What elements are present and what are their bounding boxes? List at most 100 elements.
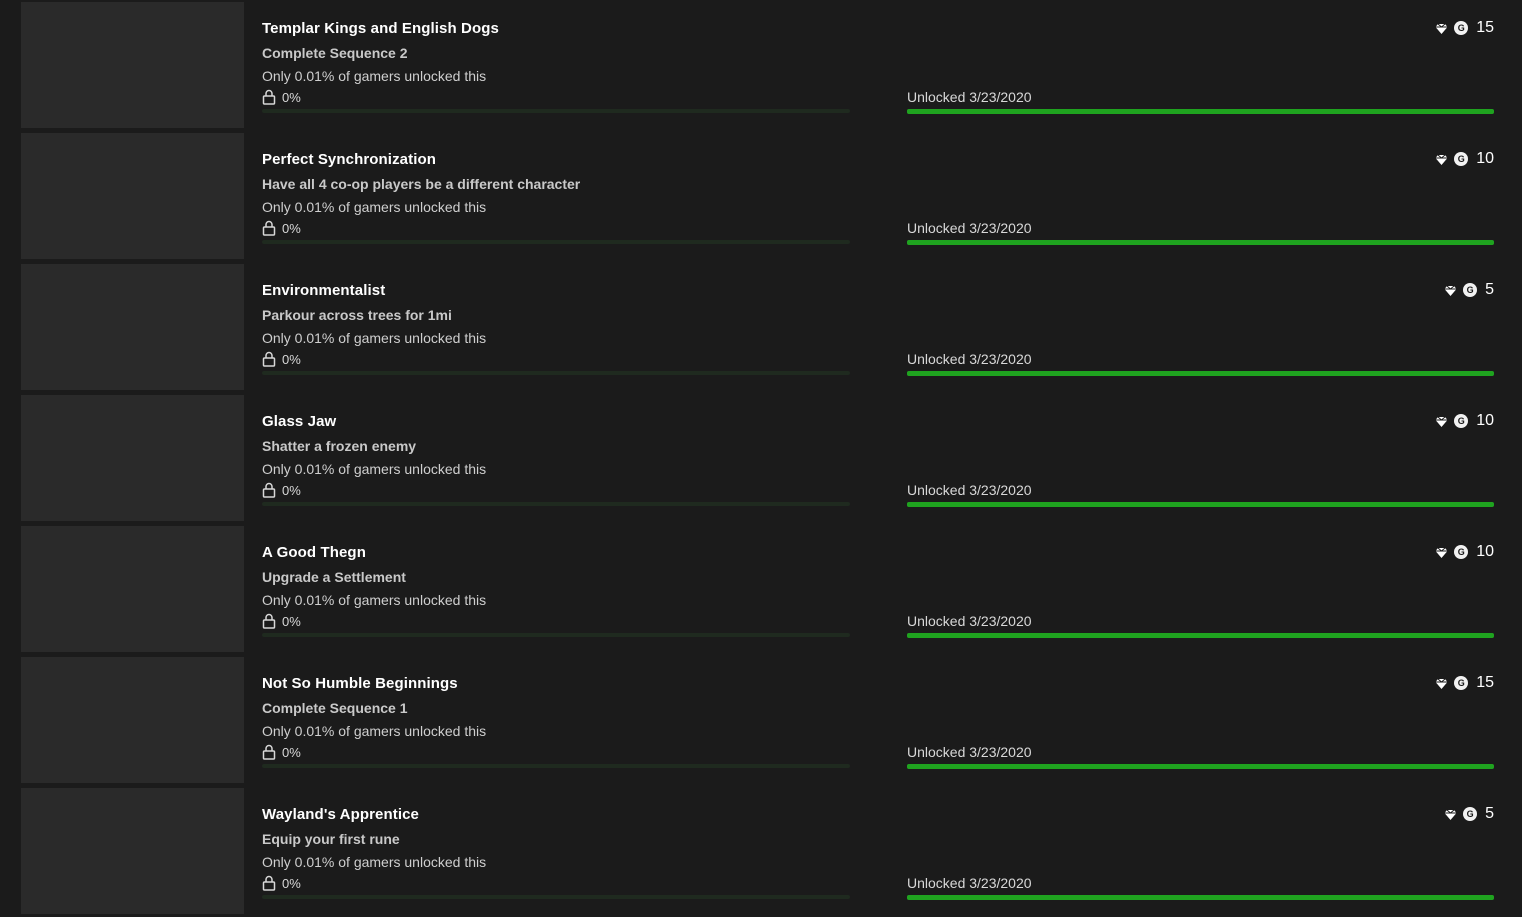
unlock-progress-bar bbox=[907, 895, 1494, 900]
achievement-row[interactable]: A Good Thegn Upgrade a Settlement Only 0… bbox=[0, 524, 1522, 655]
achievement-row[interactable]: Templar Kings and English Dogs Complete … bbox=[0, 0, 1522, 131]
lock-icon bbox=[262, 482, 276, 498]
unlock-progress-bar bbox=[907, 502, 1494, 507]
gamerscore-icon: G bbox=[1463, 283, 1478, 297]
unlock-progress-bar bbox=[907, 371, 1494, 376]
gem-icon bbox=[1444, 808, 1457, 820]
achievement-row[interactable]: Perfect Synchronization Have all 4 co-op… bbox=[0, 131, 1522, 262]
unlock-progress-fill bbox=[907, 764, 1494, 769]
achievement-title: A Good Thegn bbox=[262, 544, 366, 561]
achievement-title: Wayland's Apprentice bbox=[262, 806, 419, 823]
gamerscore-reward: G 15 bbox=[1435, 19, 1494, 37]
lock-progress: 0% bbox=[262, 481, 301, 499]
unlock-progress-bar bbox=[907, 109, 1494, 114]
gem-icon bbox=[1444, 284, 1457, 296]
unlock-progress-fill bbox=[907, 502, 1494, 507]
unlock-date: Unlocked 3/23/2020 bbox=[907, 875, 1032, 891]
gamerscore-value: 15 bbox=[1476, 19, 1494, 36]
achievement-description: Complete Sequence 2 bbox=[262, 45, 408, 61]
unlock-progress-bar bbox=[907, 764, 1494, 769]
achievement-title: Glass Jaw bbox=[262, 413, 337, 430]
achievement-thumbnail bbox=[21, 2, 244, 128]
unlock-progress-fill bbox=[907, 240, 1494, 245]
achievement-rarity: Only 0.01% of gamers unlocked this bbox=[262, 592, 487, 608]
progress-track bbox=[262, 240, 850, 244]
achievement-description: Complete Sequence 1 bbox=[262, 700, 408, 716]
unlock-progress-bar bbox=[907, 633, 1494, 638]
achievement-thumbnail bbox=[21, 657, 244, 783]
achievement-description: Shatter a frozen enemy bbox=[262, 438, 417, 454]
progress-track bbox=[262, 895, 850, 899]
progress-percent: 0% bbox=[282, 482, 301, 498]
achievement-list: Templar Kings and English Dogs Complete … bbox=[0, 0, 1522, 914]
progress-track bbox=[262, 502, 850, 506]
gamerscore-value: 10 bbox=[1476, 412, 1494, 429]
progress-percent: 0% bbox=[282, 89, 301, 105]
gem-icon bbox=[1435, 415, 1448, 427]
lock-progress: 0% bbox=[262, 874, 301, 892]
lock-progress: 0% bbox=[262, 88, 301, 106]
achievement-row[interactable]: Wayland's Apprentice Equip your first ru… bbox=[0, 786, 1522, 917]
lock-progress: 0% bbox=[262, 219, 301, 237]
gamerscore-value: 10 bbox=[1476, 150, 1494, 167]
achievement-title: Templar Kings and English Dogs bbox=[262, 20, 499, 37]
progress-track bbox=[262, 371, 850, 375]
unlock-progress-fill bbox=[907, 371, 1494, 376]
achievement-title: Environmentalist bbox=[262, 282, 386, 299]
achievement-rarity: Only 0.01% of gamers unlocked this bbox=[262, 68, 487, 84]
gamerscore-reward: G 10 bbox=[1435, 412, 1494, 430]
achievement-description: Parkour across trees for 1mi bbox=[262, 307, 452, 323]
achievement-row[interactable]: Not So Humble Beginnings Complete Sequen… bbox=[0, 655, 1522, 786]
gem-icon bbox=[1435, 677, 1448, 689]
lock-icon bbox=[262, 351, 276, 367]
unlock-date: Unlocked 3/23/2020 bbox=[907, 351, 1032, 367]
gamerscore-reward: G 5 bbox=[1444, 281, 1494, 299]
gamerscore-value: 15 bbox=[1476, 674, 1494, 691]
unlock-progress-bar bbox=[907, 240, 1494, 245]
achievement-description: Have all 4 co-op players be a different … bbox=[262, 176, 581, 192]
gamerscore-reward: G 10 bbox=[1435, 150, 1494, 168]
gamerscore-icon: G bbox=[1454, 21, 1469, 35]
unlock-date: Unlocked 3/23/2020 bbox=[907, 613, 1032, 629]
gamerscore-value: 5 bbox=[1485, 805, 1494, 822]
lock-progress: 0% bbox=[262, 743, 301, 761]
gamerscore-icon: G bbox=[1454, 414, 1469, 428]
gamerscore-reward: G 10 bbox=[1435, 543, 1494, 561]
unlock-date: Unlocked 3/23/2020 bbox=[907, 220, 1032, 236]
achievement-rarity: Only 0.01% of gamers unlocked this bbox=[262, 854, 487, 870]
unlock-date: Unlocked 3/23/2020 bbox=[907, 482, 1032, 498]
lock-icon bbox=[262, 744, 276, 760]
gem-icon bbox=[1435, 546, 1448, 558]
achievement-thumbnail bbox=[21, 395, 244, 521]
lock-icon bbox=[262, 613, 276, 629]
achievement-rarity: Only 0.01% of gamers unlocked this bbox=[262, 723, 487, 739]
gem-icon bbox=[1435, 153, 1448, 165]
achievement-description: Equip your first rune bbox=[262, 831, 400, 847]
achievement-thumbnail bbox=[21, 788, 244, 914]
gamerscore-value: 5 bbox=[1485, 281, 1494, 298]
lock-icon bbox=[262, 89, 276, 105]
achievement-rarity: Only 0.01% of gamers unlocked this bbox=[262, 330, 487, 346]
unlock-progress-fill bbox=[907, 109, 1494, 114]
gamerscore-value: 10 bbox=[1476, 543, 1494, 560]
progress-track bbox=[262, 109, 850, 113]
lock-progress: 0% bbox=[262, 350, 301, 368]
achievement-rarity: Only 0.01% of gamers unlocked this bbox=[262, 461, 487, 477]
achievement-row[interactable]: Glass Jaw Shatter a frozen enemy Only 0.… bbox=[0, 393, 1522, 524]
achievement-description: Upgrade a Settlement bbox=[262, 569, 406, 585]
achievement-title: Not So Humble Beginnings bbox=[262, 675, 458, 692]
achievement-thumbnail bbox=[21, 133, 244, 259]
progress-percent: 0% bbox=[282, 351, 301, 367]
lock-icon bbox=[262, 220, 276, 236]
progress-track bbox=[262, 764, 850, 768]
achievement-row[interactable]: Environmentalist Parkour across trees fo… bbox=[0, 262, 1522, 393]
unlock-date: Unlocked 3/23/2020 bbox=[907, 744, 1032, 760]
unlock-progress-fill bbox=[907, 895, 1494, 900]
unlock-date: Unlocked 3/23/2020 bbox=[907, 89, 1032, 105]
gamerscore-icon: G bbox=[1454, 152, 1469, 166]
gamerscore-reward: G 5 bbox=[1444, 805, 1494, 823]
progress-percent: 0% bbox=[282, 220, 301, 236]
achievement-title: Perfect Synchronization bbox=[262, 151, 437, 168]
achievement-rarity: Only 0.01% of gamers unlocked this bbox=[262, 199, 487, 215]
lock-icon bbox=[262, 875, 276, 891]
